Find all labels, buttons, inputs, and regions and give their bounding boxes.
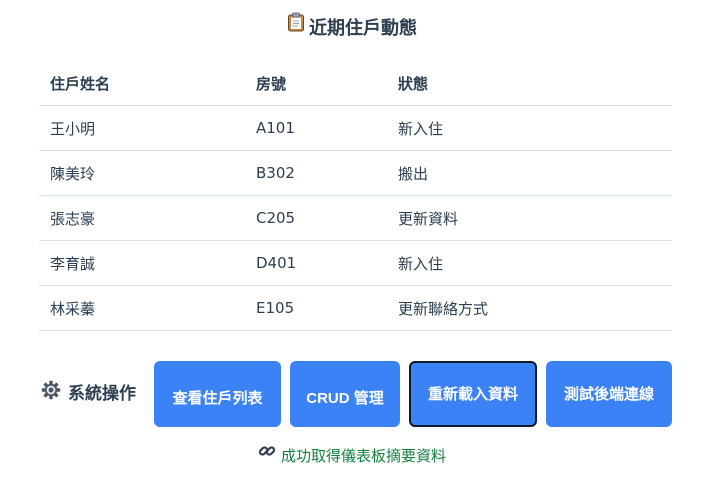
table-header-row: 住戶姓名 房號 狀態: [39, 61, 672, 106]
room-number-cell: B302: [245, 150, 387, 196]
status-cell: 新入住: [387, 105, 672, 151]
gear-icon: [41, 380, 61, 408]
page-title: 近期住戶動態: [0, 12, 704, 44]
column-header-status: 狀態: [387, 61, 672, 106]
crud-manage-button[interactable]: CRUD 管理: [290, 361, 400, 427]
operations-label-text: 系統操作: [68, 384, 136, 404]
column-header-name: 住戶姓名: [39, 61, 245, 106]
test-backend-button[interactable]: 測試後端連線: [546, 361, 672, 427]
table-row: 張志豪 C205 更新資料: [39, 195, 672, 241]
operations-label: 系統操作: [41, 380, 136, 408]
view-residents-button[interactable]: 查看住戶列表: [154, 361, 281, 427]
status-cell: 搬出: [387, 150, 672, 196]
table-row: 李育誠 D401 新入住: [39, 240, 672, 286]
status-text: 成功取得儀表板摘要資料: [280, 447, 446, 465]
resident-name-cell: 陳美玲: [39, 150, 245, 196]
resident-name-cell: 王小明: [39, 105, 245, 151]
status-cell: 更新資料: [387, 195, 672, 241]
room-number-cell: E105: [245, 285, 387, 331]
page-title-text: 近期住戶動態: [309, 18, 417, 39]
system-operations: 系統操作 查看住戶列表 CRUD 管理 重新載入資料 測試後端連線: [0, 361, 704, 427]
table-row: 王小明 A101 新入住: [39, 105, 672, 151]
link-icon: [258, 442, 276, 467]
room-number-cell: C205: [245, 195, 387, 241]
resident-name-cell: 林采蓁: [39, 285, 245, 331]
table-row: 陳美玲 B302 搬出: [39, 150, 672, 196]
resident-name-cell: 李育誠: [39, 240, 245, 286]
room-number-cell: A101: [245, 105, 387, 151]
residents-table: 住戶姓名 房號 狀態 王小明 A101 新入住 陳美玲 B302 搬出 張志豪 …: [39, 61, 672, 331]
table-row: 林采蓁 E105 更新聯絡方式: [39, 285, 672, 331]
status-cell: 更新聯絡方式: [387, 285, 672, 331]
column-header-room: 房號: [245, 61, 387, 106]
status-cell: 新入住: [387, 240, 672, 286]
clipboard-icon: [287, 12, 305, 42]
status-message: 成功取得儀表板摘要資料: [0, 444, 704, 468]
room-number-cell: D401: [245, 240, 387, 286]
reload-data-button[interactable]: 重新載入資料: [409, 361, 537, 427]
resident-name-cell: 張志豪: [39, 195, 245, 241]
